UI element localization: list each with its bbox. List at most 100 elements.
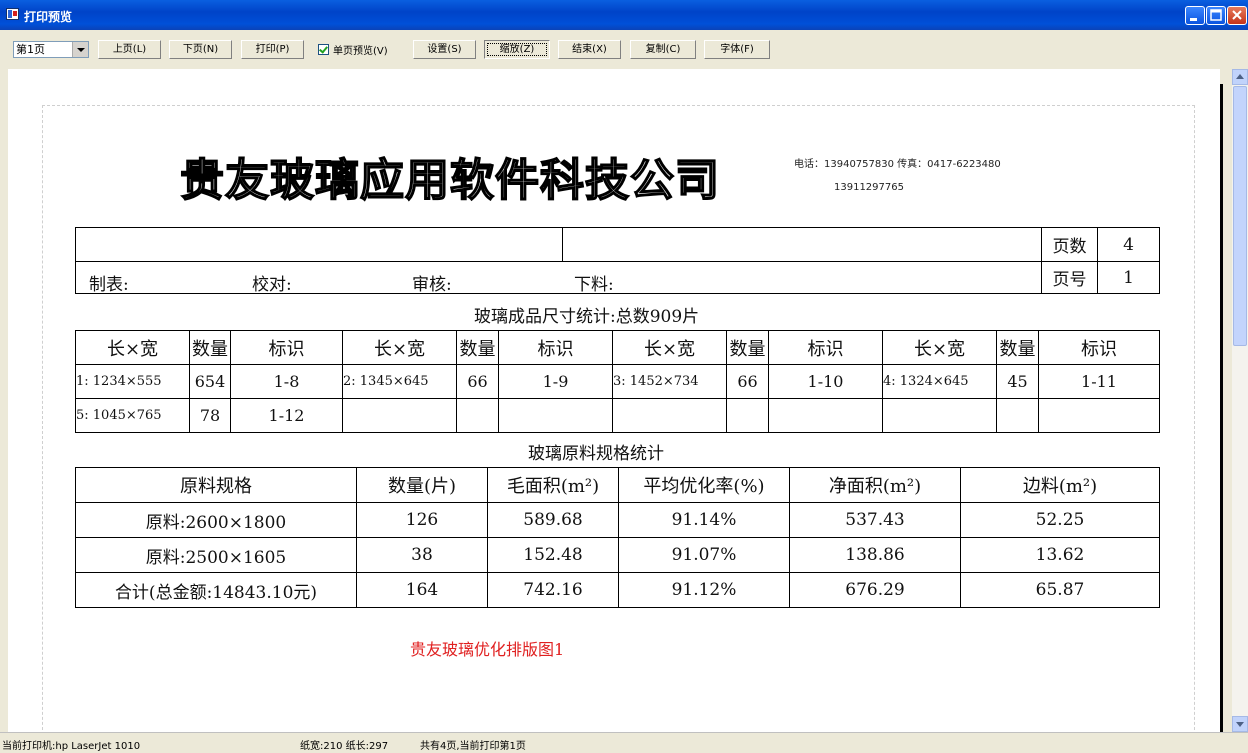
prev-page-button[interactable]: 上页(L)	[98, 40, 161, 59]
close-icon	[1232, 10, 1242, 20]
size-cell: 2: 1345×645	[342, 364, 457, 399]
size-cell: 1-8	[230, 364, 343, 399]
page-count-label: 页数	[1041, 227, 1098, 262]
material-cell: 13.62	[960, 537, 1160, 573]
print-button[interactable]: 打印(P)	[241, 40, 304, 59]
material-table: 原料规格 数量(片) 毛面积(m²) 平均优化率(%) 净面积(m²) 边料(m…	[75, 467, 1160, 608]
layout-caption: 贵友玻璃优化排版图1	[410, 640, 565, 659]
table-row: 原料:2500×1605 38 152.48 91.07% 138.86 13.…	[75, 537, 1160, 573]
material-header: 边料(m²)	[960, 467, 1160, 503]
material-cell: 52.25	[960, 502, 1160, 538]
material-cell: 126	[356, 502, 488, 538]
size-cell: 4: 1324×645	[882, 364, 997, 399]
material-cell: 65.87	[960, 572, 1160, 608]
single-page-checkbox[interactable]	[318, 44, 329, 55]
size-cell: 1: 1234×555	[75, 364, 190, 399]
status-printer: 当前打印机:hp LaserJet 1010	[2, 741, 141, 752]
page-count: 4	[1097, 227, 1160, 262]
size-cell: 1-10	[768, 364, 883, 399]
next-page-button[interactable]: 下页(N)	[169, 40, 232, 59]
size-cell: 654	[189, 364, 231, 399]
page-select-value: 第1页	[16, 43, 45, 56]
size-header: 数量	[726, 330, 769, 365]
size-cell: 45	[996, 364, 1039, 399]
table-row: 1: 1234×555 654 1-8 2: 1345×645 66 1-9 3…	[75, 364, 1160, 399]
material-cell: 742.16	[487, 572, 619, 608]
scroll-thumb[interactable]	[1233, 86, 1247, 346]
size-cell: 1-12	[230, 398, 343, 433]
material-cell: 152.48	[487, 537, 619, 573]
page-select[interactable]: 第1页	[13, 41, 89, 58]
window-title: 打印预览	[24, 10, 73, 24]
table-row: 合计(总金额:14843.10元) 164 742.16 91.12% 676.…	[75, 572, 1160, 608]
size-cell: 1-9	[498, 364, 613, 399]
status-bar: 当前打印机:hp LaserJet 1010 纸宽:210 纸长:297 共有4…	[0, 732, 1248, 753]
minimize-button[interactable]	[1185, 6, 1205, 25]
size-cell: 66	[726, 364, 769, 399]
end-button[interactable]: 结束(X)	[558, 40, 621, 59]
maker-label: 制表:	[89, 275, 129, 295]
size-header: 数量	[996, 330, 1039, 365]
material-cell: 91.14%	[618, 502, 790, 538]
scroll-down-icon[interactable]	[1232, 716, 1248, 732]
checker-label: 校对:	[252, 275, 292, 295]
size-header: 长×宽	[612, 330, 727, 365]
material-cell: 589.68	[487, 502, 619, 538]
title-bar[interactable]: 打印预览	[0, 0, 1248, 30]
vertical-scrollbar[interactable]	[1232, 69, 1248, 732]
app-icon	[6, 8, 19, 20]
settings-button[interactable]: 设置(S)	[413, 40, 476, 59]
size-section-title: 玻璃成品尺寸统计:总数909片	[474, 307, 700, 327]
material-header: 净面积(m²)	[789, 467, 961, 503]
table-row: 5: 1045×765 78 1-12	[75, 398, 1160, 433]
single-page-label[interactable]: 单页预览(V)	[333, 42, 388, 57]
page-no-label: 页号	[1041, 261, 1098, 294]
size-header: 长×宽	[75, 330, 190, 365]
table-row: 原料:2600×1800 126 589.68 91.14% 537.43 52…	[75, 502, 1160, 538]
material-cell: 91.07%	[618, 537, 790, 573]
size-header: 标识	[768, 330, 883, 365]
material-cell: 138.86	[789, 537, 961, 573]
material-header-row: 原料规格 数量(片) 毛面积(m²) 平均优化率(%) 净面积(m²) 边料(m…	[75, 467, 1160, 503]
material-cell: 537.43	[789, 502, 961, 538]
material-cell: 164	[356, 572, 488, 608]
page-edge	[1220, 84, 1223, 732]
contact-phone-fax: 电话：13940757830 传真：0417-6223480	[794, 159, 1001, 170]
reviewer-label: 审核:	[412, 275, 452, 295]
material-header: 平均优化率(%)	[618, 467, 790, 503]
size-cell: 78	[189, 398, 231, 433]
maximize-button[interactable]	[1206, 6, 1226, 25]
font-button[interactable]: 字体(F)	[704, 40, 770, 59]
status-paper: 纸宽:210 纸长:297	[300, 741, 389, 752]
size-table: 长×宽 数量 标识 长×宽 数量 标识 长×宽 数量 标识 长×宽 数量 标识 …	[75, 330, 1160, 433]
size-cell: 1-11	[1038, 364, 1160, 399]
material-header: 原料规格	[75, 467, 357, 503]
size-header: 标识	[230, 330, 343, 365]
zoom-button[interactable]: 缩放(Z)	[484, 40, 550, 59]
status-pages: 共有4页,当前打印第1页	[420, 741, 526, 752]
material-section-title: 玻璃原料规格统计	[528, 444, 664, 464]
cutter-label: 下料:	[574, 275, 614, 295]
scroll-up-icon[interactable]	[1232, 69, 1248, 85]
maximize-icon	[1210, 9, 1222, 21]
material-cell: 合计(总金额:14843.10元)	[75, 572, 357, 608]
size-header: 数量	[456, 330, 499, 365]
minimize-icon	[1190, 18, 1197, 21]
size-cell: 66	[456, 364, 499, 399]
size-header: 长×宽	[342, 330, 457, 365]
material-cell: 原料:2500×1605	[75, 537, 357, 573]
chevron-down-icon[interactable]	[72, 42, 88, 57]
close-button[interactable]	[1227, 6, 1247, 25]
size-header-row: 长×宽 数量 标识 长×宽 数量 标识 长×宽 数量 标识 长×宽 数量 标识	[75, 330, 1160, 365]
contact-phone2: 13911297765	[834, 182, 904, 193]
material-cell: 676.29	[789, 572, 961, 608]
company-name: 贵友玻璃应用软件科技公司	[179, 154, 720, 207]
size-header: 标识	[498, 330, 613, 365]
size-header: 长×宽	[882, 330, 997, 365]
copy-button[interactable]: 复制(C)	[630, 40, 696, 59]
header-table: 页数 4 页号 1	[75, 227, 1160, 294]
page-no: 1	[1097, 261, 1160, 294]
material-cell: 38	[356, 537, 488, 573]
size-cell: 3: 1452×734	[612, 364, 727, 399]
material-header: 毛面积(m²)	[487, 467, 619, 503]
